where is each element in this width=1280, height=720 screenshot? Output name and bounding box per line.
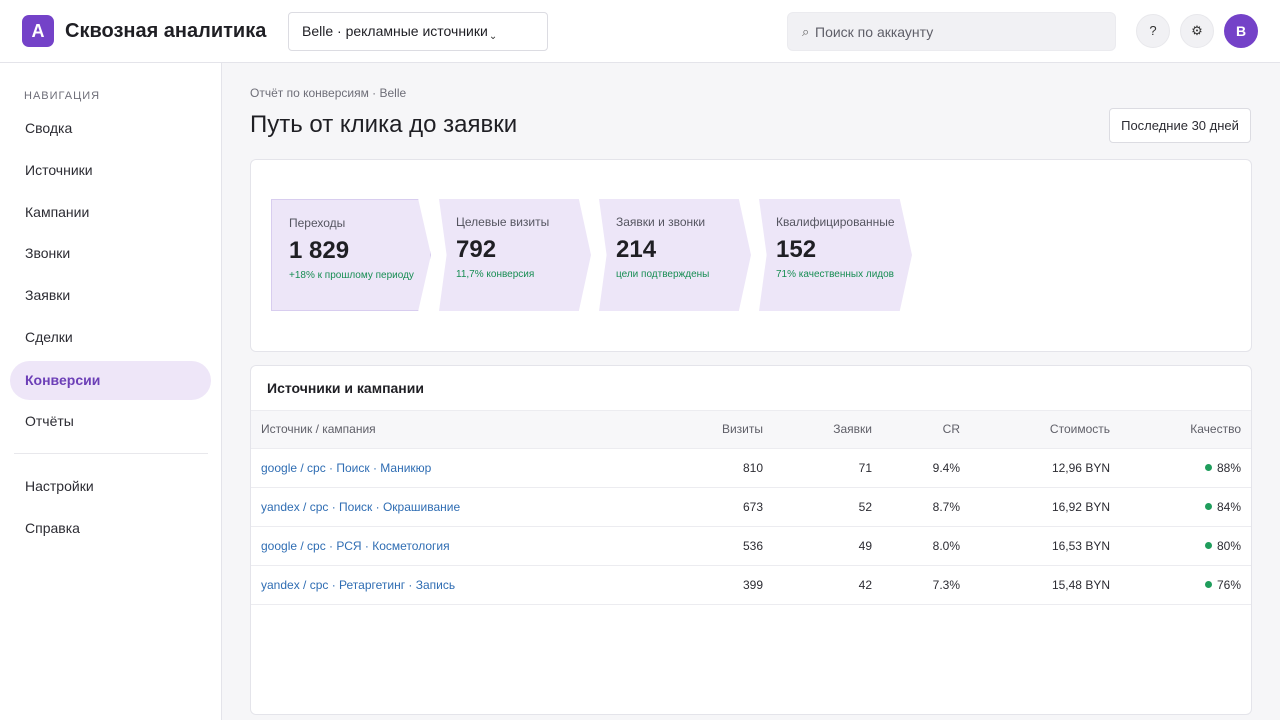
stage-value: 1 829 bbox=[289, 237, 350, 264]
row-leads: 42 bbox=[858, 578, 872, 592]
row-cr: 7.3% bbox=[932, 578, 960, 592]
stage-label: Переходы bbox=[289, 216, 346, 230]
period-button[interactable]: Последние 30 дней bbox=[1109, 108, 1251, 143]
row-leads: 71 bbox=[858, 461, 872, 475]
stage-value: 792 bbox=[456, 236, 497, 263]
row-quality: 76% bbox=[1204, 566, 1241, 604]
stage-label: Целевые визиты bbox=[456, 215, 550, 229]
table-row[interactable]: yandex / cpc · Поиск · Окрашивание 673 5… bbox=[251, 488, 1251, 527]
column-visits[interactable]: Визиты bbox=[722, 411, 763, 448]
quality-dot-icon bbox=[1204, 581, 1212, 588]
table-title: Источники и кампании bbox=[267, 380, 424, 396]
sidebar: НАВИГАЦИЯ Сводка Источники Кампании Звон… bbox=[0, 63, 222, 720]
row-leads: 52 bbox=[858, 500, 872, 514]
sidebar-item-help[interactable]: Справка bbox=[10, 509, 211, 548]
stage-note: цели подтверждены bbox=[616, 269, 710, 280]
stage-label: Квалифицированные bbox=[776, 215, 895, 229]
avatar[interactable]: B bbox=[1224, 14, 1258, 48]
quality-dot-icon bbox=[1204, 503, 1212, 510]
quality-dot-icon bbox=[1204, 542, 1212, 549]
column-cost[interactable]: Стоимость bbox=[1050, 411, 1110, 448]
row-source-link[interactable]: yandex / cpc · Поиск · Окрашивание bbox=[261, 488, 460, 526]
app-title: Сквозная аналитика bbox=[65, 20, 267, 42]
row-visits: 399 bbox=[742, 578, 763, 592]
row-quality: 88% bbox=[1204, 449, 1241, 487]
funnel-stage-requests-calls[interactable]: Заявки и звонки 214 цели подтверждены bbox=[599, 199, 751, 311]
sidebar-item-campaigns[interactable]: Кампании bbox=[10, 193, 211, 232]
row-quality-value: 88% bbox=[1216, 461, 1241, 475]
stage-note: 11,7% конверсия bbox=[456, 269, 535, 280]
breadcrumb: Отчёт по конверсиям · Belle bbox=[250, 86, 407, 100]
sidebar-item-reports[interactable]: Отчёты bbox=[10, 402, 211, 441]
column-leads[interactable]: Заявки bbox=[833, 411, 872, 448]
sidebar-item-conversions[interactable]: Конверсии bbox=[10, 361, 211, 400]
quality-dot-icon bbox=[1204, 464, 1212, 471]
sidebar-divider bbox=[14, 453, 208, 454]
stage-value: 214 bbox=[616, 236, 657, 263]
row-visits: 536 bbox=[742, 539, 763, 553]
table-row[interactable]: google / cpc · РСЯ · Косметология 536 49… bbox=[251, 527, 1251, 566]
settings-gear-icon[interactable]: ⚙ bbox=[1180, 14, 1214, 48]
account-select-value: Belle · рекламные источники bbox=[302, 23, 488, 39]
row-source-link[interactable]: yandex / cpc · Ретаргетинг · Запись bbox=[261, 566, 455, 604]
column-cr[interactable]: CR bbox=[943, 411, 960, 448]
funnel-card: Переходы 1 829 +18% к прошлому периоду Ц… bbox=[250, 159, 1252, 352]
page-title: Путь от клика до заявки bbox=[250, 111, 518, 138]
funnel-stage-clicks[interactable]: Переходы 1 829 +18% к прошлому периоду bbox=[271, 199, 431, 311]
row-cost: 16,53 BYN bbox=[1051, 539, 1110, 553]
column-quality[interactable]: Качество bbox=[1190, 411, 1241, 448]
sidebar-item-leads[interactable]: Заявки bbox=[10, 276, 211, 315]
row-visits: 810 bbox=[742, 461, 763, 475]
sidebar-item-deals[interactable]: Сделки bbox=[10, 318, 211, 357]
table-header: Источник / кампания Визиты Заявки CR Сто… bbox=[251, 410, 1251, 449]
sidebar-item-settings[interactable]: Настройки bbox=[10, 467, 211, 506]
row-cost: 16,92 BYN bbox=[1051, 500, 1110, 514]
row-source-link[interactable]: google / cpc · Поиск · Маникюр bbox=[261, 449, 431, 487]
row-leads: 49 bbox=[858, 539, 872, 553]
stage-note: 71% качественных лидов bbox=[776, 269, 894, 280]
funnel-stage-target-visits[interactable]: Целевые визиты 792 11,7% конверсия bbox=[439, 199, 591, 311]
nav-heading: НАВИГАЦИЯ bbox=[24, 90, 101, 102]
app-logo[interactable]: A bbox=[22, 15, 54, 47]
row-cr: 9.4% bbox=[932, 461, 960, 475]
help-button[interactable]: ? bbox=[1136, 14, 1170, 48]
chevron-down-icon: ⌄ bbox=[488, 31, 498, 42]
table-row[interactable]: yandex / cpc · Ретаргетинг · Запись 399 … bbox=[251, 566, 1251, 605]
row-source-link[interactable]: google / cpc · РСЯ · Косметология bbox=[261, 527, 450, 565]
row-visits: 673 bbox=[742, 500, 763, 514]
search-icon: ⌕ bbox=[802, 24, 810, 39]
table-row[interactable]: google / cpc · Поиск · Маникюр 810 71 9.… bbox=[251, 449, 1251, 488]
sidebar-item-calls[interactable]: Звонки bbox=[10, 234, 211, 273]
row-quality-value: 76% bbox=[1216, 578, 1241, 592]
row-cost: 12,96 BYN bbox=[1051, 461, 1110, 475]
stage-note: +18% к прошлому периоду bbox=[289, 270, 414, 281]
row-cr: 8.7% bbox=[932, 500, 960, 514]
search-box[interactable]: ⌕ bbox=[787, 12, 1116, 51]
sources-table-card: Источники и кампании Источник / кампания… bbox=[250, 365, 1252, 715]
row-cr: 8.0% bbox=[932, 539, 960, 553]
funnel-stage-qualified[interactable]: Квалифицированные 152 71% качественных л… bbox=[759, 199, 912, 311]
stage-label: Заявки и звонки bbox=[616, 215, 706, 229]
stage-value: 152 bbox=[776, 236, 817, 263]
row-quality: 80% bbox=[1204, 527, 1241, 565]
column-source[interactable]: Источник / кампания bbox=[261, 411, 376, 448]
sidebar-item-summary[interactable]: Сводка bbox=[10, 109, 211, 148]
sidebar-item-sources[interactable]: Источники bbox=[10, 151, 211, 190]
row-cost: 15,48 BYN bbox=[1051, 578, 1110, 592]
account-select[interactable]: Belle · рекламные источники⌄ bbox=[288, 12, 548, 51]
search-input[interactable] bbox=[815, 13, 1105, 50]
row-quality-value: 84% bbox=[1216, 500, 1241, 514]
row-quality: 84% bbox=[1204, 488, 1241, 526]
top-bar: A Сквозная аналитика Belle · рекламные и… bbox=[0, 0, 1280, 63]
row-quality-value: 80% bbox=[1216, 539, 1241, 553]
